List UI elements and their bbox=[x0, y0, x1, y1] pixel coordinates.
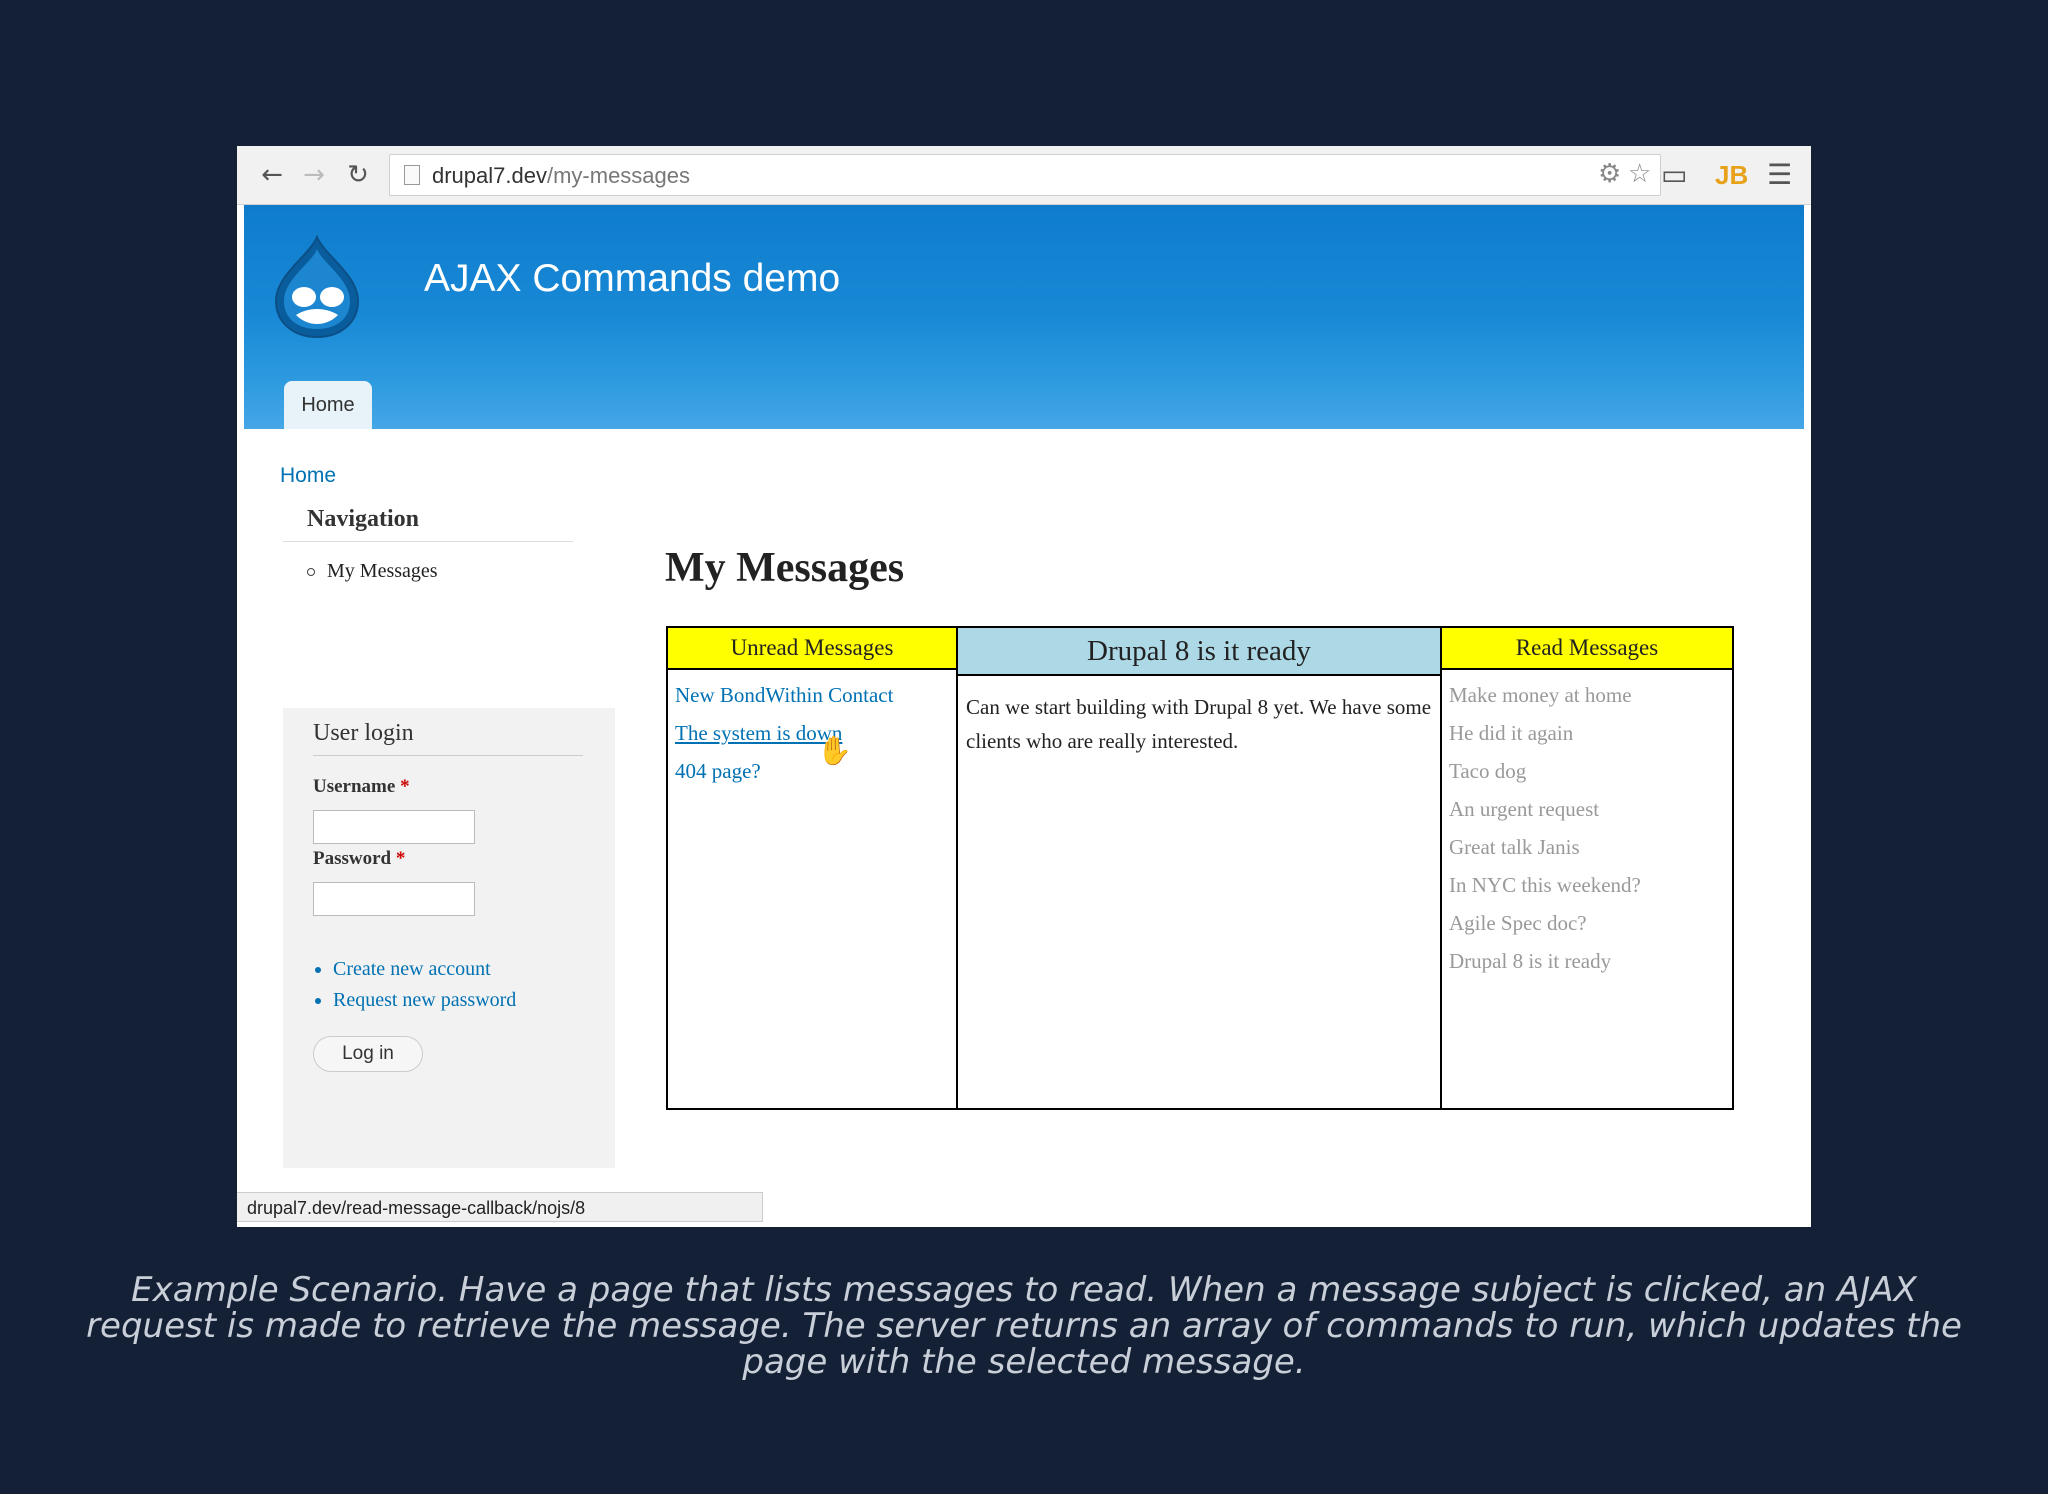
address-url: drupal7.dev/my-messages bbox=[432, 163, 690, 189]
jb-icon[interactable]: JB bbox=[1715, 160, 1748, 191]
extension-icon[interactable]: ⚙ bbox=[1598, 159, 1621, 189]
menu-icon[interactable]: ☰ bbox=[1767, 158, 1792, 191]
read-message-item[interactable]: Great talk Janis bbox=[1449, 828, 1732, 866]
message-detail-body: Can we start building with Drupal 8 yet.… bbox=[966, 695, 1432, 753]
breadcrumb[interactable]: Home bbox=[280, 464, 336, 488]
login-title: User login bbox=[313, 720, 583, 756]
url-path: /my-messages bbox=[546, 163, 691, 188]
address-bar[interactable]: drupal7.dev/my-messages ⚙ ☆ bbox=[389, 154, 1661, 196]
unread-list: New BondWithin Contact The system is dow… bbox=[668, 670, 956, 790]
page-icon bbox=[404, 165, 420, 185]
star-icon[interactable]: ☆ bbox=[1628, 159, 1651, 189]
unread-message-link[interactable]: New BondWithin Contact bbox=[675, 676, 956, 714]
login-links: Create new account Request new password bbox=[313, 958, 516, 1020]
username-label: Username * bbox=[313, 776, 410, 798]
login-button[interactable]: Log in bbox=[313, 1036, 423, 1072]
read-column: Read Messages Make money at home He did … bbox=[1442, 628, 1732, 1108]
unread-message-link[interactable]: 404 page? bbox=[675, 752, 956, 790]
read-message-item[interactable]: Drupal 8 is it ready bbox=[1449, 942, 1732, 980]
username-input[interactable] bbox=[313, 810, 475, 844]
request-password-link[interactable]: Request new password bbox=[333, 989, 516, 1012]
password-label: Password * bbox=[313, 848, 405, 870]
read-header: Read Messages bbox=[1442, 628, 1732, 670]
messages-table: Unread Messages New BondWithin Contact T… bbox=[666, 626, 1734, 1110]
unread-message-link[interactable]: The system is down bbox=[675, 714, 956, 752]
required-mark: * bbox=[395, 848, 406, 869]
read-message-item[interactable]: Make money at home bbox=[1449, 676, 1732, 714]
unread-column: Unread Messages New BondWithin Contact T… bbox=[668, 628, 958, 1108]
read-message-item[interactable]: In NYC this weekend? bbox=[1449, 866, 1732, 904]
back-arrow-icon[interactable]: ← bbox=[257, 160, 287, 190]
page-title: My Messages bbox=[665, 545, 905, 591]
status-bar: drupal7.dev/read-message-callback/nojs/8 bbox=[237, 1192, 763, 1222]
read-message-item[interactable]: An urgent request bbox=[1449, 790, 1732, 828]
site-header: AJAX Commands demo Home bbox=[244, 205, 1804, 429]
cast-icon[interactable]: ▭ bbox=[1661, 158, 1687, 191]
url-host: drupal7.dev bbox=[432, 163, 547, 188]
browser-window: ← → ↻ drupal7.dev/my-messages ⚙ ☆ ▭ JB ☰… bbox=[237, 146, 1811, 1227]
username-label-text: Username bbox=[313, 776, 396, 797]
password-input[interactable] bbox=[313, 882, 475, 916]
read-list: Make money at home He did it again Taco … bbox=[1442, 670, 1732, 980]
create-account-link[interactable]: Create new account bbox=[333, 958, 516, 981]
reload-icon[interactable]: ↻ bbox=[343, 160, 373, 190]
nav-item-my-messages[interactable]: My Messages bbox=[307, 560, 573, 583]
read-message-item[interactable]: Taco dog bbox=[1449, 752, 1732, 790]
unread-header: Unread Messages bbox=[668, 628, 956, 670]
tab-home[interactable]: Home bbox=[284, 381, 372, 429]
read-message-item[interactable]: He did it again bbox=[1449, 714, 1732, 752]
slide-caption: Example Scenario. Have a page that lists… bbox=[86, 1270, 1962, 1382]
required-mark: * bbox=[400, 776, 410, 797]
navigation-block: Navigation My Messages bbox=[283, 506, 573, 583]
navigation-list: My Messages bbox=[283, 560, 573, 583]
read-message-item[interactable]: Agile Spec doc? bbox=[1449, 904, 1732, 942]
navigation-title: Navigation bbox=[283, 506, 573, 542]
drupal-logo-icon[interactable] bbox=[274, 235, 360, 339]
browser-toolbar: ← → ↻ drupal7.dev/my-messages ⚙ ☆ ▭ JB ☰ bbox=[237, 146, 1811, 205]
forward-arrow-icon[interactable]: → bbox=[299, 160, 329, 190]
site-name[interactable]: AJAX Commands demo bbox=[424, 257, 840, 301]
hand-cursor-icon: ✋ bbox=[817, 734, 852, 767]
message-detail-column: Drupal 8 is it ready Can we start buildi… bbox=[958, 628, 1442, 1108]
message-detail-header: Drupal 8 is it ready bbox=[958, 628, 1440, 676]
user-login-block: User login Username * Password * Create … bbox=[283, 708, 615, 1168]
password-label-text: Password bbox=[313, 848, 392, 869]
